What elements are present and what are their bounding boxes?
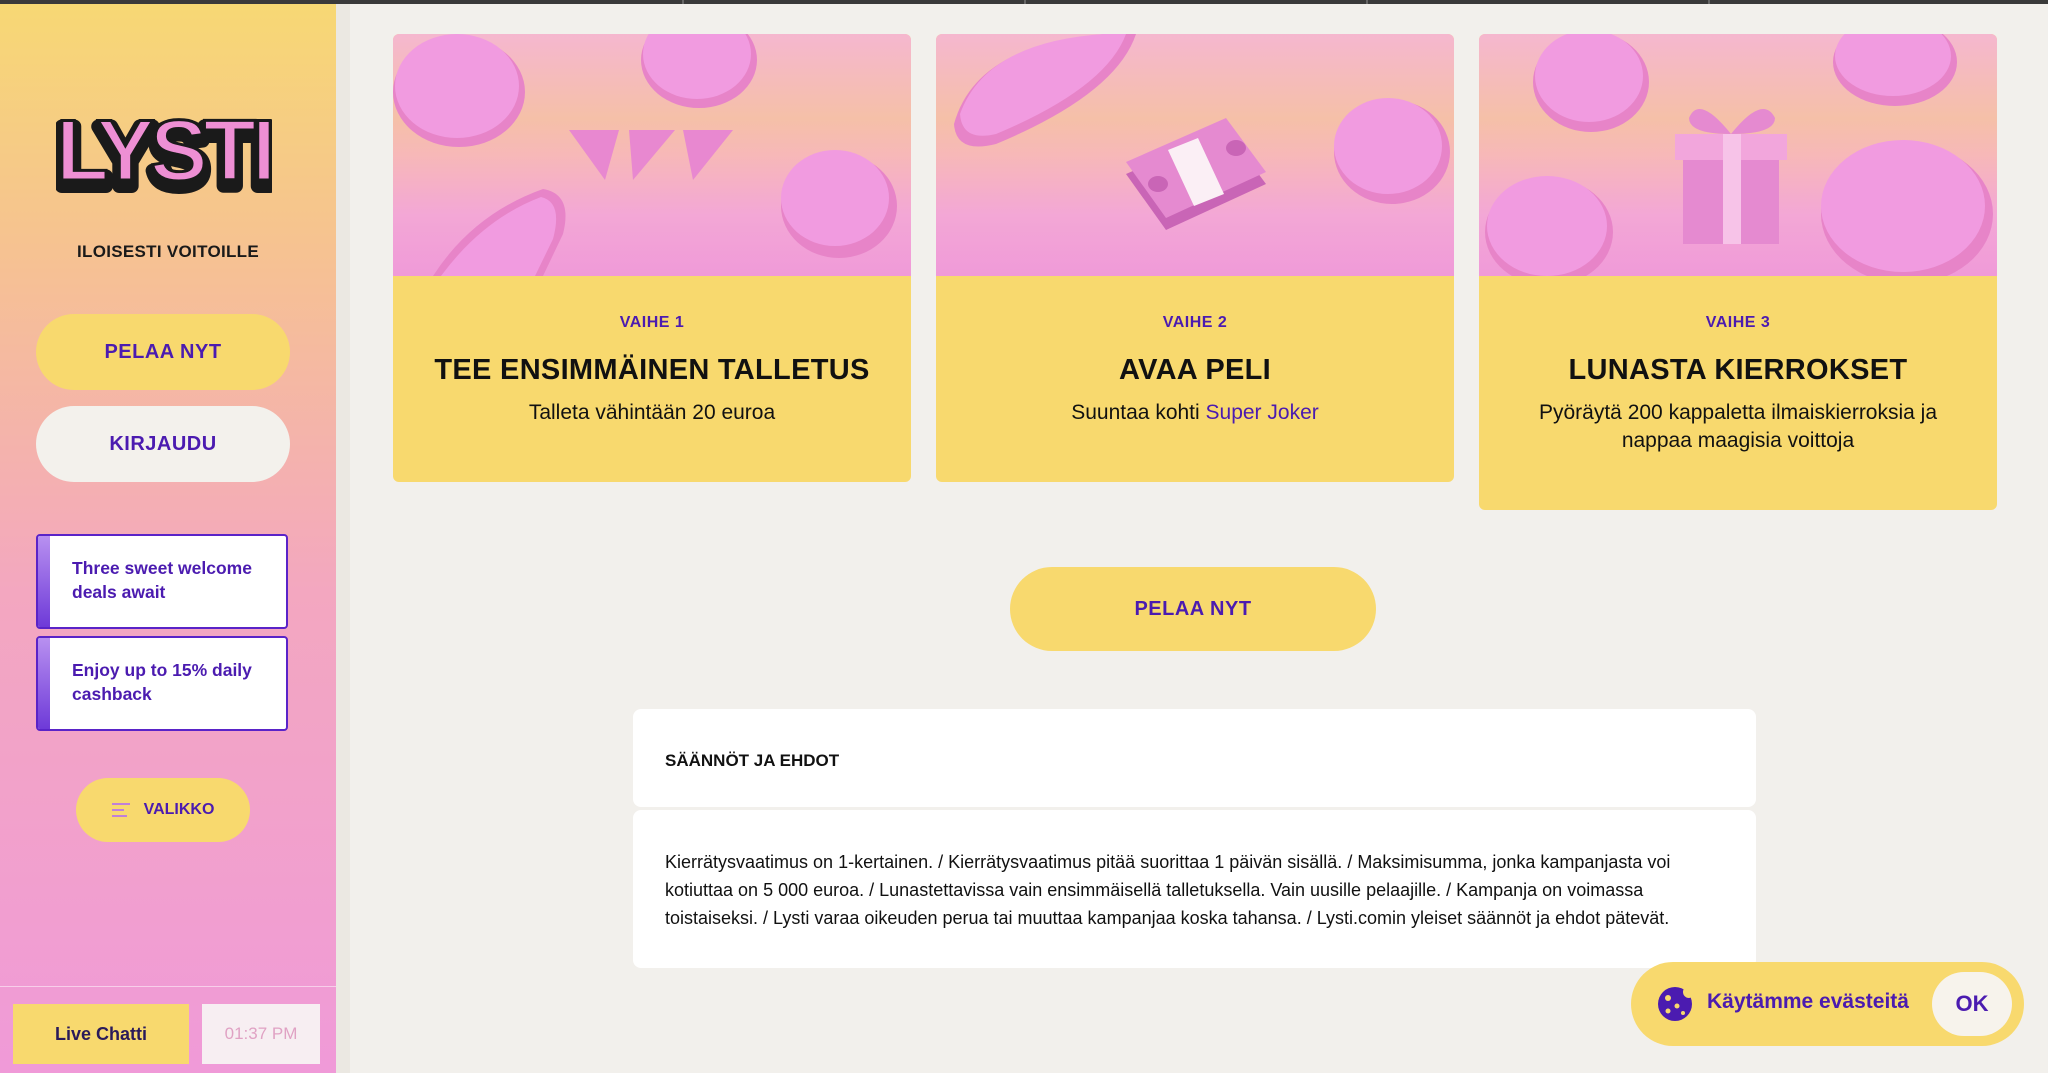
step-3-description: Pyöräytä 200 kappaletta ilmaiskierroksia… xyxy=(1538,401,1938,452)
step-2-label: VAIHE 2 xyxy=(1162,314,1228,331)
sidebar-divider xyxy=(0,986,336,987)
provider-logo-triangles-icon xyxy=(569,130,733,180)
step-3-image xyxy=(1479,34,1997,276)
play-now-cta-button[interactable]: PELAA NYT xyxy=(1010,567,1376,651)
step-3-title: LUNASTA KIERROKSET xyxy=(1568,354,1908,386)
terms-accordion-header[interactable]: SÄÄNNÖT JA EHDOT xyxy=(633,709,1756,807)
step-3-label: VAIHE 3 xyxy=(1705,314,1771,331)
step-1-label: VAIHE 1 xyxy=(619,314,685,331)
cookie-ok-button[interactable]: OK xyxy=(1932,972,2012,1036)
main-content: VAIHE 1 TEE ENSIMMÄINEN TALLETUS Talleta… xyxy=(336,4,2048,1073)
cookie-banner-text: Käytämme evästeitä xyxy=(1707,990,1909,1013)
step-2-title: AVAA PELI xyxy=(1118,354,1271,386)
gift-box-icon xyxy=(1675,109,1787,244)
menu-button-label: VALIKKO xyxy=(143,801,215,818)
step-card-2: VAIHE 2 AVAA PELI Suuntaa kohti Super Jo… xyxy=(936,34,1454,482)
clock-display: 01:37 PM xyxy=(202,1004,320,1064)
cash-bundle-icon xyxy=(1126,118,1266,230)
live-chat-button[interactable]: Live Chatti xyxy=(13,1004,189,1064)
step-1-description: Talleta vähintään 20 euroa xyxy=(528,401,776,424)
step-1-title: TEE ENSIMMÄINEN TALLETUS xyxy=(434,354,870,386)
content-edge xyxy=(336,4,350,1073)
step-2-description-text: Suuntaa kohti xyxy=(1071,401,1206,424)
step-2-description: Suuntaa kohti Super Joker xyxy=(936,399,1454,427)
terms-body: Kierrätysvaatimus on 1-kertainen. / Kier… xyxy=(633,810,1756,968)
promo-daily-cashback[interactable]: Enjoy up to 15% daily cashback xyxy=(36,636,288,731)
tagline: ILOISESTI VOITOILLE xyxy=(76,242,260,261)
hamburger-icon xyxy=(111,803,130,817)
menu-button[interactable]: VALIKKO xyxy=(76,778,250,842)
sidebar: LYSTI LYSTI ILOISESTI VOITOILLE PELAA NY… xyxy=(0,4,336,1073)
step-card-1: VAIHE 1 TEE ENSIMMÄINEN TALLETUS Talleta… xyxy=(393,34,911,482)
login-button[interactable]: KIRJAUDU xyxy=(36,406,290,482)
step-1-image xyxy=(393,34,911,276)
lysti-logo[interactable]: LYSTI LYSTI xyxy=(49,68,283,213)
cookie-banner: Käytämme evästeitä OK xyxy=(1631,962,2024,1046)
play-now-button[interactable]: PELAA NYT xyxy=(36,314,290,390)
super-joker-link[interactable]: Super Joker xyxy=(1206,401,1319,424)
svg-text:LYSTI: LYSTI xyxy=(56,103,272,199)
step-2-image xyxy=(936,34,1454,276)
promo-welcome-deals[interactable]: Three sweet welcome deals await xyxy=(36,534,288,629)
cookie-icon xyxy=(1658,986,1693,1021)
step-card-3: VAIHE 3 LUNASTA KIERROKSET Pyöräytä 200 … xyxy=(1479,34,1997,510)
